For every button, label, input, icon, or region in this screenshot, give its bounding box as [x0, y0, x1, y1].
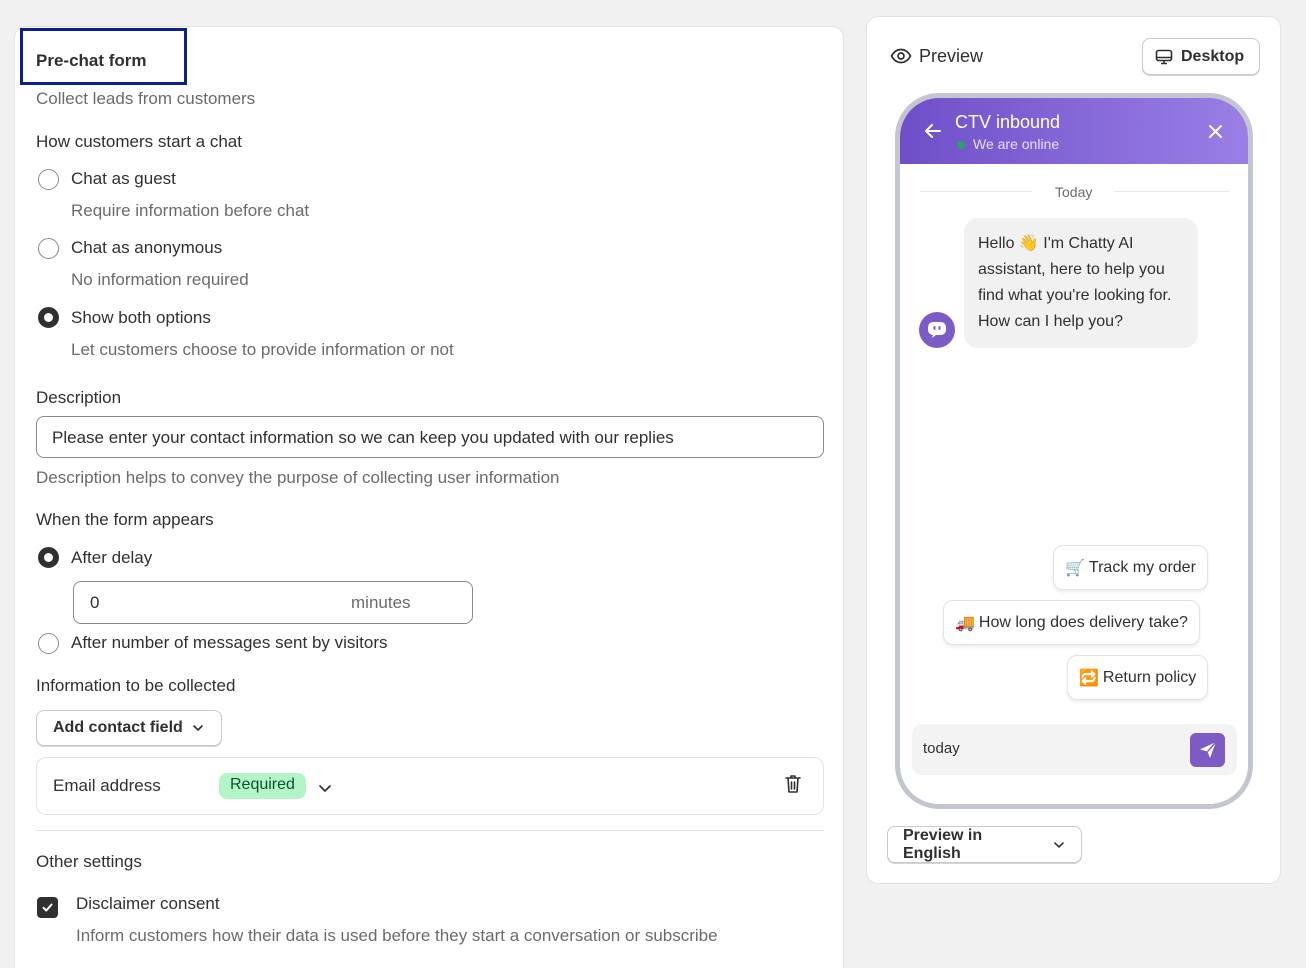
- radio-after-delay[interactable]: [38, 547, 59, 568]
- contact-field-label: Email address: [53, 776, 161, 795]
- preview-title: Preview: [919, 46, 984, 66]
- description-label: Description: [36, 388, 122, 407]
- start-chat-heading: How customers start a chat: [36, 132, 242, 151]
- preview-card: Preview Desktop CTV inbound We are onlin…: [866, 16, 1281, 884]
- section-divider: [36, 830, 824, 831]
- send-button[interactable]: [1190, 733, 1225, 767]
- date-line-left: [920, 191, 1032, 192]
- page-title: Pre-chat form: [36, 51, 147, 70]
- desktop-device-button[interactable]: Desktop: [1142, 38, 1260, 75]
- description-input[interactable]: Please enter your contact information so…: [36, 416, 824, 458]
- radio-chat-as-guest[interactable]: [38, 169, 59, 190]
- chevron-down-icon[interactable]: [317, 780, 333, 796]
- back-arrow-icon[interactable]: [924, 123, 942, 139]
- page-subtitle: Collect leads from customers: [36, 89, 256, 108]
- delay-unit: minutes: [351, 593, 411, 612]
- monitor-icon: [1155, 49, 1173, 64]
- chat-composer[interactable]: today: [912, 724, 1237, 775]
- chevron-down-icon: [1054, 841, 1064, 848]
- quick-reply-label: Track my order: [1088, 558, 1196, 576]
- eye-icon: [890, 48, 912, 64]
- cart-icon: 🛒: [1065, 559, 1085, 577]
- radio-help-chat-as-anonymous: No information required: [71, 270, 249, 289]
- phone-preview-frame: CTV inbound We are online Today Hello 👋 …: [895, 93, 1253, 809]
- radio-label-chat-as-anonymous[interactable]: Chat as anonymous: [71, 238, 222, 258]
- collect-heading: Information to be collected: [36, 676, 236, 695]
- delay-value: 0: [90, 593, 100, 612]
- quick-reply-label: Return policy: [1102, 668, 1197, 686]
- preview-language-button[interactable]: Preview in English: [887, 826, 1082, 863]
- date-divider: Today: [1055, 184, 1093, 200]
- form-appears-heading: When the form appears: [36, 510, 214, 529]
- repeat-icon: 🔁: [1079, 669, 1099, 687]
- chevron-down-icon: [192, 725, 203, 731]
- delay-minutes-input[interactable]: 0 minutes: [73, 581, 473, 624]
- chat-header: CTV inbound We are online: [900, 98, 1248, 164]
- radio-label-after-messages[interactable]: After number of messages sent by visitor…: [71, 633, 388, 653]
- radio-label-after-delay[interactable]: After delay: [71, 548, 152, 568]
- chat-status: We are online: [973, 136, 1060, 152]
- preview-language-label: Preview in English: [903, 826, 983, 862]
- radio-help-show-both-options: Let customers choose to provide informat…: [71, 340, 454, 359]
- add-contact-field-label: Add contact field: [53, 719, 183, 736]
- close-icon[interactable]: [1208, 124, 1223, 139]
- other-settings-heading: Other settings: [36, 852, 142, 871]
- desktop-label: Desktop: [1181, 47, 1245, 65]
- quick-reply-return-policy[interactable]: 🔁 Return policy: [1067, 655, 1209, 700]
- bot-avatar: [919, 312, 955, 348]
- checkmark-icon: [42, 903, 53, 912]
- add-contact-field-button[interactable]: Add contact field: [36, 710, 222, 746]
- radio-show-both-options[interactable]: [38, 307, 59, 328]
- quick-reply-track-order[interactable]: 🛒 Track my order: [1053, 545, 1208, 590]
- quick-reply-label: How long does delivery take?: [978, 613, 1188, 631]
- disclaimer-checkbox[interactable]: [37, 897, 58, 918]
- trash-icon[interactable]: [783, 773, 803, 795]
- disclaimer-help: Inform customers how their data is used …: [76, 926, 718, 945]
- radio-after-messages[interactable]: [38, 633, 59, 654]
- send-icon: [1199, 741, 1217, 758]
- bot-chat-icon: [928, 322, 946, 338]
- radio-label-show-both-options[interactable]: Show both options: [71, 308, 211, 328]
- quick-reply-delivery-time[interactable]: 🚚 How long does delivery take?: [943, 600, 1200, 645]
- radio-help-chat-as-guest: Require information before chat: [71, 201, 310, 220]
- online-indicator: [957, 141, 965, 149]
- required-badge: Required: [219, 773, 306, 799]
- truck-icon: 🚚: [955, 614, 975, 632]
- contact-field-row: Email address Required: [36, 757, 824, 815]
- radio-chat-as-anonymous[interactable]: [38, 238, 59, 259]
- date-line-right: [1114, 191, 1229, 192]
- chat-title: CTV inbound: [955, 112, 1061, 132]
- description-help: Description helps to convey the purpose …: [36, 468, 560, 487]
- radio-label-chat-as-guest[interactable]: Chat as guest: [71, 169, 176, 189]
- composer-input[interactable]: today: [923, 740, 960, 757]
- pre-chat-form-card: Pre-chat form Collect leads from custome…: [14, 26, 844, 968]
- disclaimer-label[interactable]: Disclaimer consent: [76, 894, 220, 914]
- bot-message: Hello 👋 I'm Chatty AI assistant, here to…: [964, 218, 1198, 348]
